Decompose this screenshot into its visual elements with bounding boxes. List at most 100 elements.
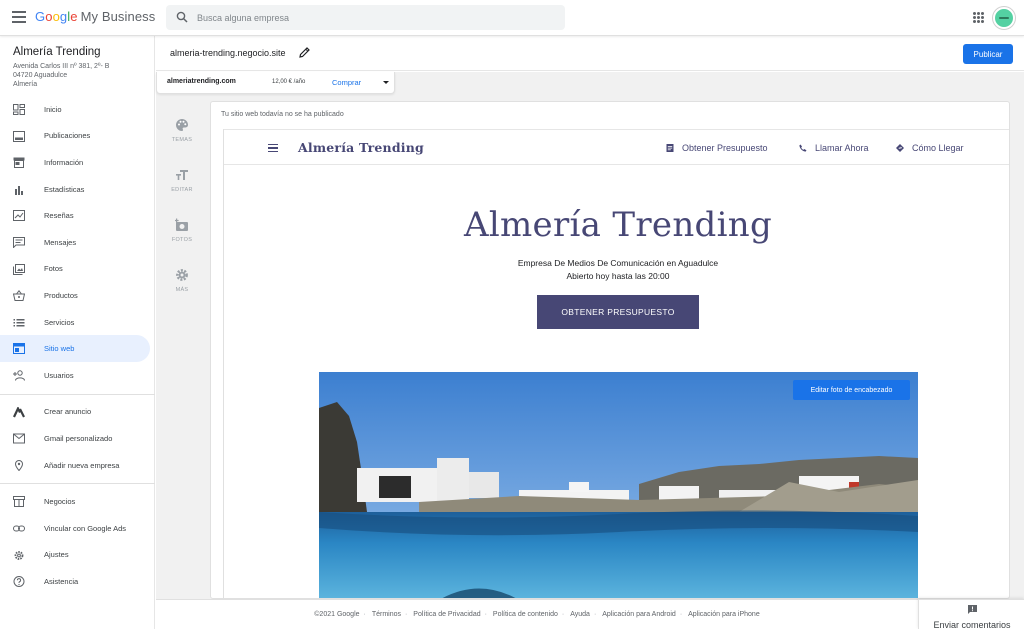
tool-label: EDITAR	[171, 187, 193, 193]
sidebar-item-label: Servicios	[44, 317, 75, 327]
sidebar-item-label: Vincular con Google Ads	[44, 523, 126, 533]
website-preview: Tu sitio web todavía no se ha publicado …	[210, 101, 1010, 599]
sidebar-item-anadir-empresa[interactable]: Añadir nueva empresa	[0, 452, 150, 479]
sidebar-item-usuarios[interactable]: Usuarios	[0, 362, 150, 389]
site-menu-icon[interactable]	[268, 144, 278, 153]
palette-icon	[176, 119, 188, 131]
domain-offer-bar: almeriatrending.com 12,00 € /año Comprar	[156, 72, 395, 94]
publish-button[interactable]: Publicar	[963, 44, 1013, 64]
hero-subtitle: Empresa De Medios De Comunicación en Agu…	[224, 257, 1009, 283]
tool-label: FOTOS	[171, 237, 193, 243]
sidebar-divider	[0, 393, 155, 395]
footer-link-terminos[interactable]: Términos	[372, 611, 401, 618]
sidebar-item-servicios[interactable]: Servicios	[0, 309, 150, 336]
editor-tools: TEMAS EDITAR FOTOS MÁS	[156, 100, 208, 599]
domain-price: 12,00 € /año	[272, 79, 306, 85]
site-link-presupuesto[interactable]: Obtener Presupuesto	[666, 143, 768, 153]
sidebar-item-productos[interactable]: Productos	[0, 282, 150, 309]
footer-separator: ·	[679, 611, 683, 618]
sidebar-item-ajustes[interactable]: Ajustes	[0, 542, 150, 569]
sidebar-item-inicio[interactable]: Inicio	[0, 96, 150, 123]
site-link-llegar[interactable]: Cómo Llegar	[896, 143, 964, 153]
sidebar-item-label: Productos	[44, 290, 78, 300]
sidebar-item-crear-anuncio[interactable]: Crear anuncio	[0, 399, 150, 426]
location-pin-icon	[14, 459, 24, 471]
edit-header-photo-button[interactable]: Editar foto de encabezado	[793, 380, 910, 400]
website-icon	[13, 343, 25, 355]
hero-title: Almería Trending	[463, 205, 773, 245]
website-subheader: almeria-trending.negocio.site Publicar	[156, 36, 1024, 71]
footer-separator: ·	[405, 611, 408, 618]
business-name: Almería Trending	[13, 46, 101, 58]
sidebar-item-sitio-web[interactable]: Sitio web	[0, 335, 150, 362]
main-menu-icon[interactable]	[12, 11, 26, 23]
tool-fotos[interactable]: FOTOS	[156, 218, 208, 258]
tool-editar[interactable]: EDITAR	[156, 168, 208, 208]
sidebar-item-label: Gmail personalizado	[44, 433, 113, 443]
reviews-icon	[13, 210, 25, 222]
opening-hours: Abierto hoy hasta las 20:00	[566, 271, 670, 281]
google-ads-icon	[13, 406, 25, 418]
settings-gear-icon	[14, 550, 24, 560]
buy-domain-button[interactable]: Comprar	[332, 78, 361, 87]
sidebar-item-asistencia[interactable]: Asistencia	[0, 568, 150, 595]
add-user-icon	[13, 370, 25, 381]
gmail-icon	[13, 433, 25, 444]
editor-area: almeriatrending.com 12,00 € /año Comprar…	[156, 72, 1024, 599]
search-input[interactable]	[197, 9, 537, 26]
footer-links: ©2021 Google · Términos · Política de Priv…	[156, 611, 918, 618]
tool-mas[interactable]: MÁS	[156, 268, 208, 308]
site-header: Almería Trending Obtener Presupuesto Lla…	[224, 129, 1009, 165]
sidebar-item-mensajes[interactable]: Mensajes	[0, 229, 150, 256]
edit-pencil-icon[interactable]	[299, 47, 310, 58]
sidebar-item-vincular-ads[interactable]: Vincular con Google Ads	[0, 515, 150, 542]
domain-dropdown-icon[interactable]	[383, 81, 389, 84]
account-avatar[interactable]	[993, 7, 1015, 29]
sidebar-item-label: Sitio web	[44, 344, 75, 354]
sidebar-item-label: Inicio	[44, 104, 62, 114]
sidebar-item-label: Ajustes	[44, 550, 69, 560]
page-footer: ©2021 Google · Términos · Política de Priv…	[156, 599, 918, 629]
home-dashboard-icon	[13, 104, 25, 115]
sidebar-item-gmail[interactable]: Gmail personalizado	[0, 425, 150, 452]
footer-separator: ·	[593, 611, 597, 618]
sidebar-item-label: Información	[44, 157, 84, 167]
google-my-business-logo[interactable]: Google My Business	[35, 9, 155, 24]
tool-temas[interactable]: TEMAS	[156, 118, 208, 158]
sidebar-item-estadisticas[interactable]: Estadísticas	[0, 176, 150, 203]
header-photo: Editar foto de encabezado	[319, 372, 918, 598]
footer-link-privacidad[interactable]: Política de Privacidad	[413, 611, 480, 618]
bar-chart-icon	[15, 185, 23, 195]
quote-doc-icon	[666, 144, 674, 152]
feedback-icon	[968, 605, 977, 614]
footer-link-android[interactable]: Aplicación para Android	[602, 611, 676, 618]
sidebar-item-label: Añadir nueva empresa	[44, 460, 120, 470]
google-apps-icon[interactable]	[973, 12, 984, 23]
site-brand[interactable]: Almería Trending	[298, 140, 424, 155]
sidebar-item-label: Publicaciones	[44, 131, 91, 141]
site-link-llamar[interactable]: Llamar Ahora	[799, 143, 869, 153]
footer-separator: ·	[484, 611, 487, 618]
unpublished-notice: Tu sitio web todavía no se ha publicado	[221, 111, 344, 118]
tool-label: MÁS	[175, 287, 189, 293]
send-feedback-button[interactable]: Enviar comentarios	[918, 599, 1024, 629]
sidebar-item-label: Crear anuncio	[44, 407, 92, 417]
sidebar-item-informacion[interactable]: Información	[0, 149, 150, 176]
footer-link-iphone[interactable]: Aplicación para iPhone	[688, 611, 760, 618]
directions-icon	[896, 144, 904, 152]
get-quote-button[interactable]: OBTENER PRESUPUESTO	[537, 295, 699, 329]
text-edit-icon	[176, 170, 188, 180]
sidebar-item-fotos[interactable]: Fotos	[0, 256, 150, 283]
footer-link-ayuda[interactable]: Ayuda	[570, 611, 590, 618]
sidebar-item-label: Negocios	[44, 497, 76, 507]
business-address: Avenida Carlos III nº 381, 2º- B 04720 A…	[13, 63, 110, 88]
feedback-label: Enviar comentarios	[933, 620, 1011, 629]
sidebar-item-negocios[interactable]: Negocios	[0, 488, 150, 515]
sidebar-item-publicaciones[interactable]: Publicaciones	[0, 123, 150, 150]
list-icon	[13, 318, 25, 327]
message-icon	[13, 236, 25, 248]
top-app-bar: Google My Business	[0, 0, 1024, 36]
footer-link-contenido[interactable]: Política de contenido	[493, 611, 558, 618]
search-bar[interactable]	[166, 5, 565, 30]
sidebar-item-resenas[interactable]: Reseñas	[0, 202, 150, 229]
